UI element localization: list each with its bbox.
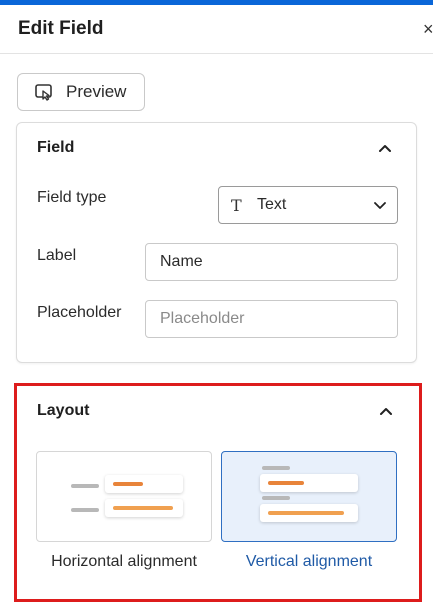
placeholder-input[interactable] xyxy=(145,300,398,338)
field-section-title: Field xyxy=(37,139,75,156)
panel-title: Edit Field xyxy=(18,18,104,39)
preview-icon xyxy=(34,82,54,102)
horizontal-alignment-label: Horizontal alignment xyxy=(51,553,197,570)
preview-button[interactable]: Preview xyxy=(17,73,145,111)
label-input[interactable] xyxy=(145,243,398,281)
chevron-up-icon[interactable] xyxy=(376,140,394,158)
chevron-up-icon[interactable] xyxy=(377,403,395,421)
text-type-icon: T xyxy=(231,195,242,215)
chevron-down-icon xyxy=(373,198,387,212)
horizontal-alignment-option[interactable] xyxy=(36,451,212,542)
field-type-label: Field type xyxy=(37,189,107,206)
field-type-value: Text xyxy=(257,196,287,213)
field-type-select[interactable]: T Text xyxy=(218,186,398,224)
layout-section: Layout Horizontal alignment Vertical ali… xyxy=(14,383,422,602)
close-icon[interactable]: × xyxy=(423,19,433,39)
label-field-label: Label xyxy=(37,247,77,264)
field-section: Field Field type T Text Label Placeholde… xyxy=(16,122,417,363)
vertical-alignment-option[interactable] xyxy=(221,451,397,542)
placeholder-field-label: Placeholder xyxy=(37,304,122,321)
vertical-alignment-label: Vertical alignment xyxy=(245,553,373,570)
panel-header: Edit Field × xyxy=(0,5,433,54)
preview-button-label: Preview xyxy=(66,82,127,101)
layout-section-title: Layout xyxy=(37,402,90,419)
